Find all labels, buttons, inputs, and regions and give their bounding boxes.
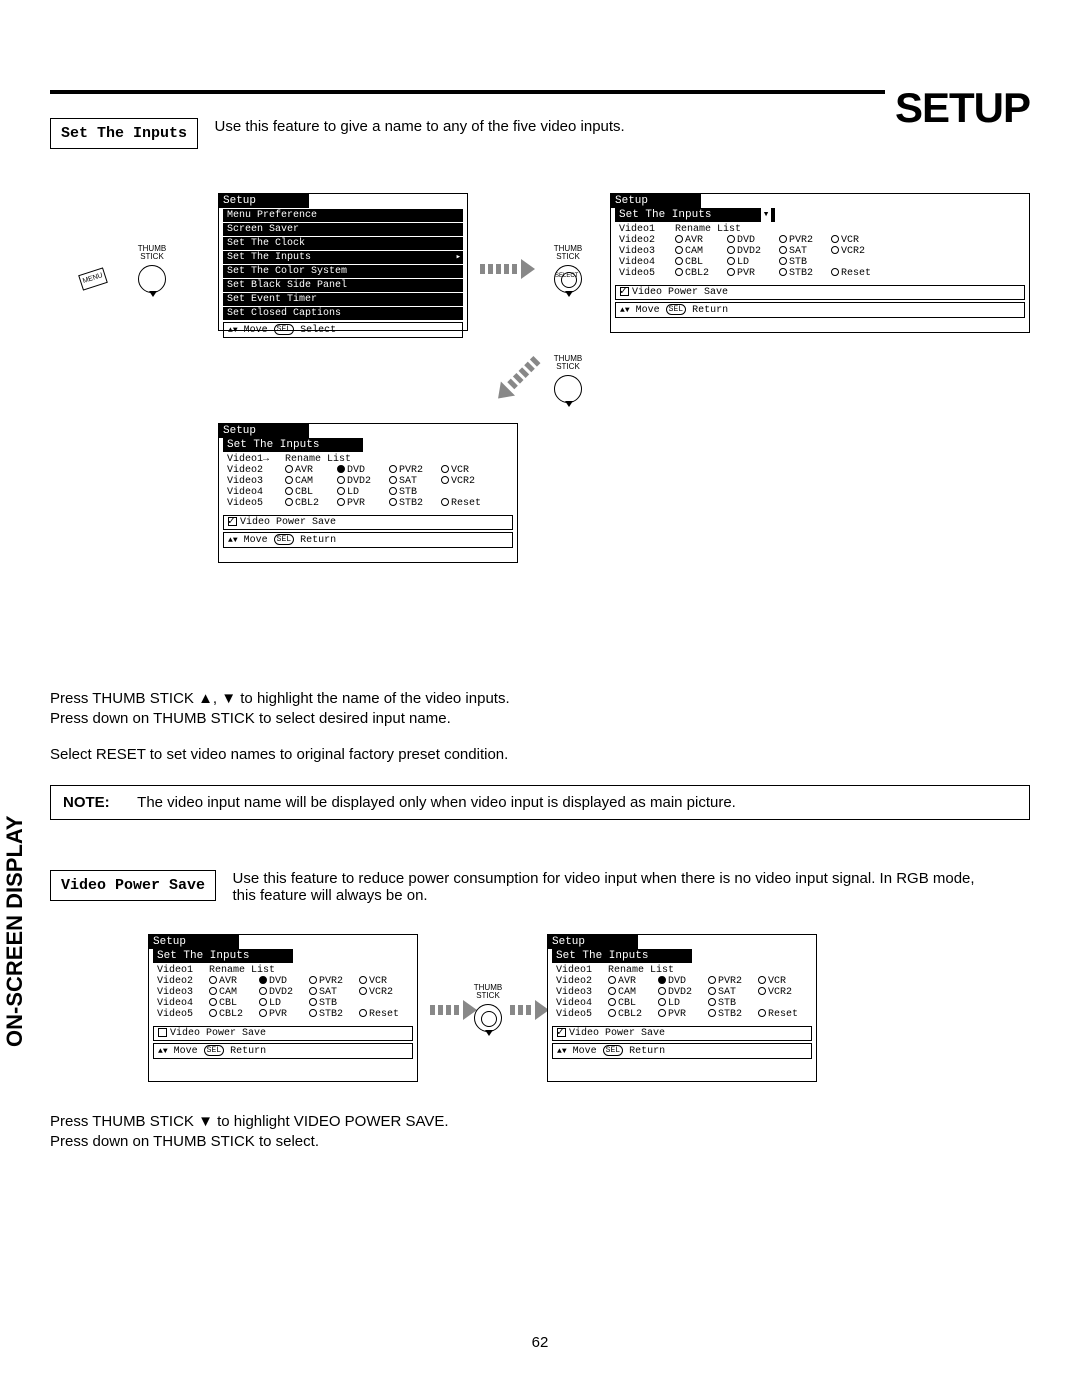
header-rule: [50, 90, 1030, 94]
menu-item: Screen Saver: [223, 223, 463, 236]
osd-title: Setup: [149, 935, 239, 949]
rename-grid: Video1Rename List Video2 AVR DVD PVR2 VC…: [149, 963, 417, 1024]
osd-set-inputs-top: Setup Set The Inputs▾ Video1Rename List …: [610, 193, 1030, 333]
menu-item: Set Black Side Panel: [223, 279, 463, 292]
rename-grid: Video1→Rename List Video2 AVR DVD PVR2 V…: [219, 452, 517, 513]
osd-title: Setup: [219, 424, 309, 438]
page-number: 62: [50, 1334, 1030, 1351]
set-inputs-label: Set The Inputs: [50, 118, 198, 149]
rename-grid: Video1Rename List Video2 AVR DVD PVR2 VC…: [611, 222, 1029, 283]
thumbstick-label: THUMB STICK: [468, 984, 508, 1000]
video-power-save-label: Video Power Save: [50, 870, 216, 901]
thumbstick-icon: [138, 265, 166, 293]
osd-subtitle: Set The Inputs: [552, 949, 692, 963]
osd-title: Setup: [548, 935, 638, 949]
instruction-text: Press THUMB STICK ▲, ▼ to highlight the …: [50, 689, 1030, 765]
arrow-down-left-icon: [498, 360, 537, 399]
menu-item: Menu Preference: [223, 209, 463, 222]
side-tab: On-Screen Display: [2, 816, 28, 1047]
osd-subtitle: Set The Inputs: [223, 438, 363, 452]
menu-item-highlighted: Set The Inputs▸: [223, 251, 463, 264]
osd-title: Setup: [611, 194, 701, 208]
osd-vps-right: Setup Set The Inputs Video1Rename List V…: [547, 934, 817, 1082]
video-power-save-row: Video Power Save: [615, 285, 1025, 300]
osd-setup-menu: Setup Menu Preference Screen Saver Set T…: [218, 193, 468, 331]
video-power-save-desc: Use this feature to reduce power consump…: [220, 870, 980, 904]
menu-item: Set Event Timer: [223, 293, 463, 306]
video-power-save-row: Video Power Save: [153, 1026, 413, 1041]
set-inputs-desc: Use this feature to give a name to any o…: [202, 118, 624, 135]
video-power-save-row: Video Power Save: [223, 515, 513, 530]
note-box: NOTE: The video input name will be displ…: [50, 785, 1030, 820]
osd-set-inputs-bottom: Setup Set The Inputs Video1→Rename List …: [218, 423, 518, 563]
osd-footer: Move SEL Return: [552, 1043, 812, 1059]
osd-subtitle: Set The Inputs▾: [615, 208, 775, 222]
osd-footer: Move SEL Return: [223, 532, 513, 548]
osd-subtitle: Set The Inputs: [153, 949, 293, 963]
osd-title: Setup: [219, 194, 309, 208]
select-label: SELECT: [555, 273, 578, 279]
instruction-text: Press THUMB STICK ▼ to highlight VIDEO P…: [50, 1112, 1030, 1152]
menu-item: Set Closed Captions: [223, 307, 463, 320]
osd-footer: Move SEL Return: [615, 302, 1025, 318]
osd-vps-left: Setup Set The Inputs Video1Rename List V…: [148, 934, 418, 1082]
rename-grid: Video1Rename List Video2 AVR DVD PVR2 VC…: [548, 963, 816, 1024]
video-power-save-row: Video Power Save: [552, 1026, 812, 1041]
thumbstick-select-icon: [554, 265, 582, 293]
menu-item: Set The Color System: [223, 265, 463, 278]
menu-item: Set The Clock: [223, 237, 463, 250]
thumbstick-select-icon: [474, 1004, 502, 1032]
osd-footer: Move SEL Select: [223, 322, 463, 338]
thumbstick-label: THUMB STICK: [548, 245, 588, 261]
thumbstick-label: THUMB STICK: [548, 355, 588, 371]
thumbstick-icon: [554, 375, 582, 403]
thumbstick-label: THUMB STICK: [132, 245, 172, 261]
osd-footer: Move SEL Return: [153, 1043, 413, 1059]
menu-icon: MENU: [78, 267, 108, 290]
